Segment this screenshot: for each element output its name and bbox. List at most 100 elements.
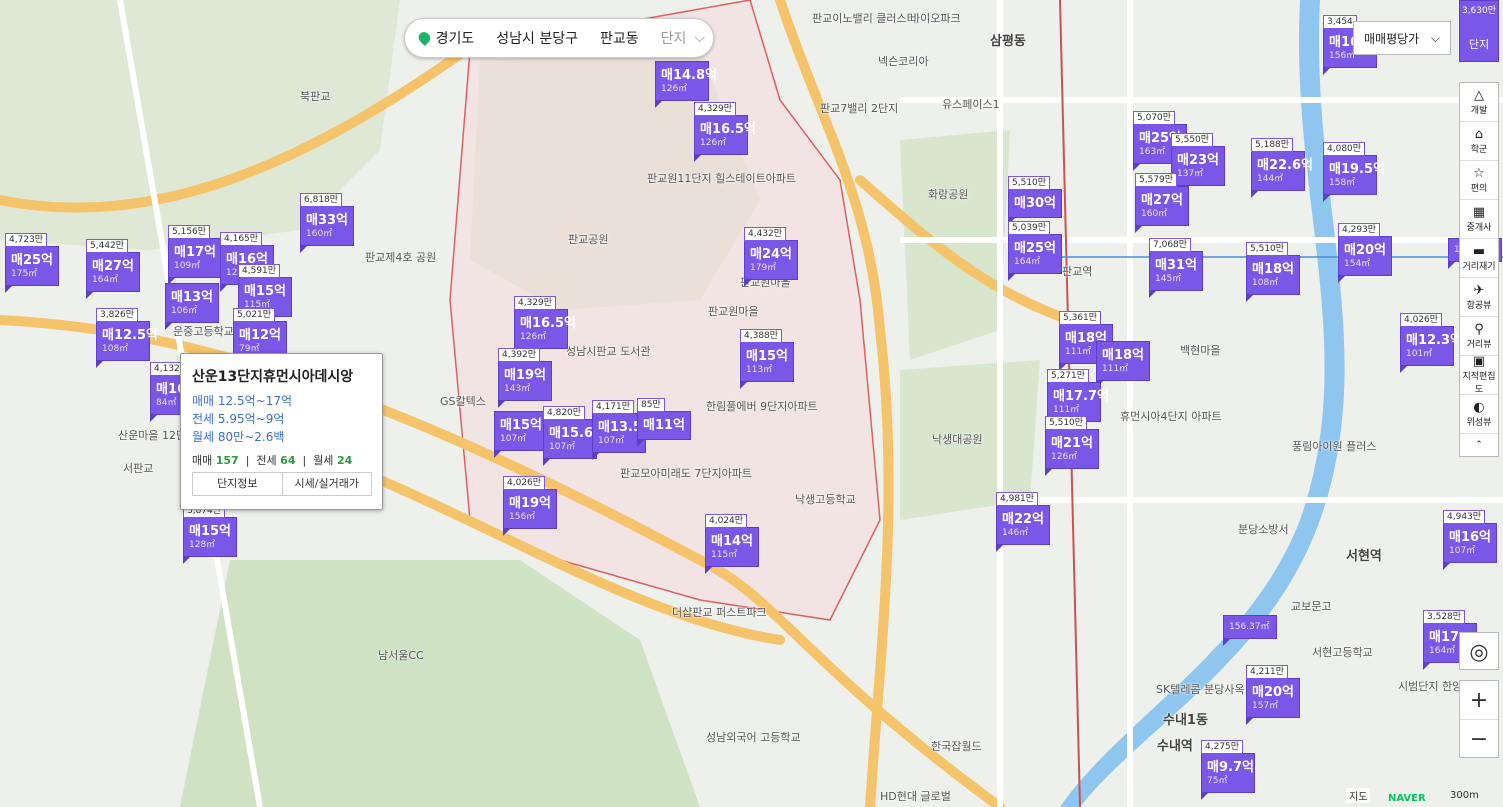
tool-satellite-button[interactable]: ◐ 위성뷰 xyxy=(1460,395,1498,434)
price-history-button[interactable]: 시세/실거래가 xyxy=(281,473,372,495)
map-canvas[interactable]: 판교이노밸리 클러스터 삼평동 바이오파크 넥슨코리아 유스페이스1 판교7밸리 2단지 판… xyxy=(0,0,1503,807)
complex-price-marker[interactable]: 5,188만 매22.6억 144㎡ xyxy=(1251,138,1313,198)
marker-sale-price: 매17억 xyxy=(174,245,217,260)
breadcrumb-city[interactable]: 성남시 분당구 xyxy=(496,28,578,48)
place-label: 판교원11단지 힐스테이트아파트 xyxy=(647,172,797,185)
complex-price-marker[interactable]: 4,024만 매14억 115㎡ xyxy=(705,514,759,574)
complex-price-marker[interactable]: 3,874만 매15억 128㎡ xyxy=(183,504,237,564)
complex-price-marker[interactable]: 4,943만 매16억 107㎡ xyxy=(1443,510,1497,570)
scale-bar: 300m xyxy=(1450,790,1479,801)
complex-toggle[interactable]: 3,630만 단지 xyxy=(1459,0,1499,62)
complex-info-button[interactable]: 단지정보 xyxy=(193,473,282,495)
marker-sale-price: 매24억 xyxy=(750,247,793,262)
marker-sale-price: 매27억 xyxy=(92,259,135,274)
complex-price-marker[interactable]: 4,432만 매24억 179㎡ xyxy=(744,227,798,287)
marker-price-per-pyeong: 5,510만 xyxy=(1008,176,1051,190)
marker-area: 160㎡ xyxy=(306,229,333,239)
marker-price-per-pyeong: 4,024만 xyxy=(705,514,748,528)
complex-price-marker[interactable]: 3,826만 매12.5억 108㎡ xyxy=(96,308,158,368)
tool-development-button[interactable]: △ 개발 xyxy=(1460,83,1498,122)
place-label: 한국잡월드 xyxy=(931,740,982,753)
marker-price-per-pyeong: 4,392만 xyxy=(498,348,541,362)
marker-sale-price: 매30억 xyxy=(1014,196,1057,211)
complex-price-marker[interactable]: 5,156만 매17억 109㎡ xyxy=(168,225,222,285)
marker-area: 128㎡ xyxy=(189,540,216,550)
complex-price-marker[interactable]: 매18억 111㎡ xyxy=(1096,341,1150,388)
marker-sale-price: 매15.6억 xyxy=(549,426,605,441)
complex-price-marker[interactable]: 85만 매11억 xyxy=(637,398,691,447)
complex-price-marker[interactable]: 4,026만 매19억 156㎡ xyxy=(503,476,557,536)
complex-price-marker[interactable]: 6,818만 매33억 160㎡ xyxy=(300,193,354,253)
place-label: 휴먼시아4단지 아파트 xyxy=(1120,410,1222,423)
chevron-down-icon[interactable]: ⌵ xyxy=(694,30,705,46)
complex-price-marker[interactable]: 5,510만 매21억 126㎡ xyxy=(1045,416,1099,476)
naver-logo: NAVER xyxy=(1388,793,1426,804)
marker-price-per-pyeong: 5,510만 xyxy=(1246,242,1289,256)
complex-price-marker[interactable]: 4,723만 매25억 175㎡ xyxy=(5,233,59,293)
price-type-select[interactable]: 매매평당가 ⌵ xyxy=(1353,21,1451,55)
zoom-out-button[interactable]: − xyxy=(1460,720,1498,758)
complex-price-marker[interactable]: 5,442만 매27억 164㎡ xyxy=(86,239,140,299)
complex-price-marker[interactable]: 4,275만 매9.7억 75㎡ xyxy=(1201,740,1255,800)
place-label: 운중고등학교 xyxy=(173,325,234,338)
complex-price-marker[interactable]: 5,039만 매25억 164㎡ xyxy=(1008,221,1062,281)
popup-monthly-range: 월세 80만~2.6백 xyxy=(192,430,285,444)
complex-price-marker[interactable]: 5,550만 매23억 137㎡ xyxy=(1171,133,1225,193)
complex-price-marker[interactable]: 4,329만 매16.5억 126㎡ xyxy=(514,296,576,356)
place-label: 화랑공원 xyxy=(928,188,969,201)
breadcrumb-dong[interactable]: 판교동 xyxy=(600,28,639,48)
location-breadcrumb[interactable]: 경기도 성남시 분당구 판교동 단지 ⌵ xyxy=(404,18,714,58)
complex-price-marker[interactable]: 4,211만 매20억 157㎡ xyxy=(1246,665,1300,725)
complex-price-marker[interactable]: 4,392만 매19억 143㎡ xyxy=(498,348,552,408)
place-label: 판교원마을 xyxy=(708,305,759,318)
tool-street-view-button[interactable]: ⚲ 거리뷰 xyxy=(1460,317,1498,356)
complex-price-marker[interactable]: 4,981만 매22억 146㎡ xyxy=(996,492,1050,552)
complex-price-marker[interactable]: 4,293만 매20억 154㎡ xyxy=(1338,223,1392,283)
complex-price-marker[interactable]: 156.37㎡ xyxy=(1223,615,1277,646)
marker-area: 143㎡ xyxy=(504,384,531,394)
tool-ruler-button[interactable]: ▬ 거리재기 xyxy=(1460,239,1498,278)
popup-buttons: 단지정보 시세/실거래가 xyxy=(192,472,372,496)
place-label: 유스페이스1 xyxy=(942,98,1000,111)
breadcrumb-province[interactable]: 경기도 xyxy=(436,28,475,48)
tool-school-button[interactable]: ⌂ 학군 xyxy=(1460,122,1498,161)
complex-price-marker[interactable]: 4,388만 매15억 113㎡ xyxy=(740,329,794,389)
marker-area: 146㎡ xyxy=(1002,528,1029,538)
tool-cadastral-button[interactable]: ▣ 지적편집도 xyxy=(1460,355,1498,395)
collapse-tools-button[interactable]: ⌃ xyxy=(1460,434,1498,456)
marker-area: 111㎡ xyxy=(1102,364,1129,374)
place-label: 서현고등학교 xyxy=(1312,646,1373,659)
tool-agent-button[interactable]: ▦ 중개사 xyxy=(1460,200,1498,239)
complex-price-marker[interactable]: 4,820만 매15.6억 107㎡ xyxy=(543,406,605,466)
zoom-in-button[interactable]: + xyxy=(1460,681,1498,720)
tool-convenience-button[interactable]: ☆ 편의 xyxy=(1460,161,1498,200)
complex-price-marker[interactable]: 5,510만매30억 xyxy=(1008,176,1062,225)
tool-label: 개발 xyxy=(1470,105,1488,116)
complex-price-marker[interactable]: 4,026만 매12.3억 101㎡ xyxy=(1400,313,1462,373)
marker-price-per-pyeong: 4,329만 xyxy=(514,296,557,310)
place-label: 성남시판교 도서관 xyxy=(566,345,651,358)
place-label: 백현마을 xyxy=(1180,344,1221,357)
marker-area: 101㎡ xyxy=(1406,349,1433,359)
map-type-label[interactable]: 지도 xyxy=(1346,788,1371,803)
complex-price-marker[interactable]: 매15억 107㎡ xyxy=(494,411,548,458)
complex-price-marker[interactable]: 매14.8억 126㎡ xyxy=(655,61,717,108)
marker-area: 154㎡ xyxy=(1344,259,1371,269)
complex-price-marker[interactable]: 5,579만 매27억 160㎡ xyxy=(1135,173,1189,233)
complex-price-marker[interactable]: 5,510만 매18억 108㎡ xyxy=(1246,242,1300,302)
tool-aerial-button[interactable]: ✈ 항공뷰 xyxy=(1460,278,1498,317)
breadcrumb-type[interactable]: 단지 xyxy=(661,28,687,48)
marker-price-per-pyeong: 4,329만 xyxy=(694,102,737,116)
complex-price-marker[interactable]: 4,080만 매19.5억 158㎡ xyxy=(1323,142,1385,202)
complex-price-marker[interactable]: 매13억 106㎡ xyxy=(165,283,219,330)
marker-sale-price: 매16.5억 xyxy=(520,316,576,331)
popup-counts: 매매 157 | 전세 64 | 월세 24 xyxy=(192,454,353,467)
complex-price-marker[interactable]: 4,329만 매16.5억 126㎡ xyxy=(694,102,756,162)
my-location-button[interactable]: ◎ xyxy=(1459,632,1499,670)
convenience-icon: ☆ xyxy=(1473,165,1485,181)
complex-price-marker[interactable]: 7,068만 매31억 145㎡ xyxy=(1149,238,1203,298)
marker-area xyxy=(638,434,690,439)
marker-area: 137㎡ xyxy=(1177,169,1204,179)
marker-sale-price: 매15억 xyxy=(244,284,287,299)
marker-area: 164㎡ xyxy=(1014,257,1041,267)
